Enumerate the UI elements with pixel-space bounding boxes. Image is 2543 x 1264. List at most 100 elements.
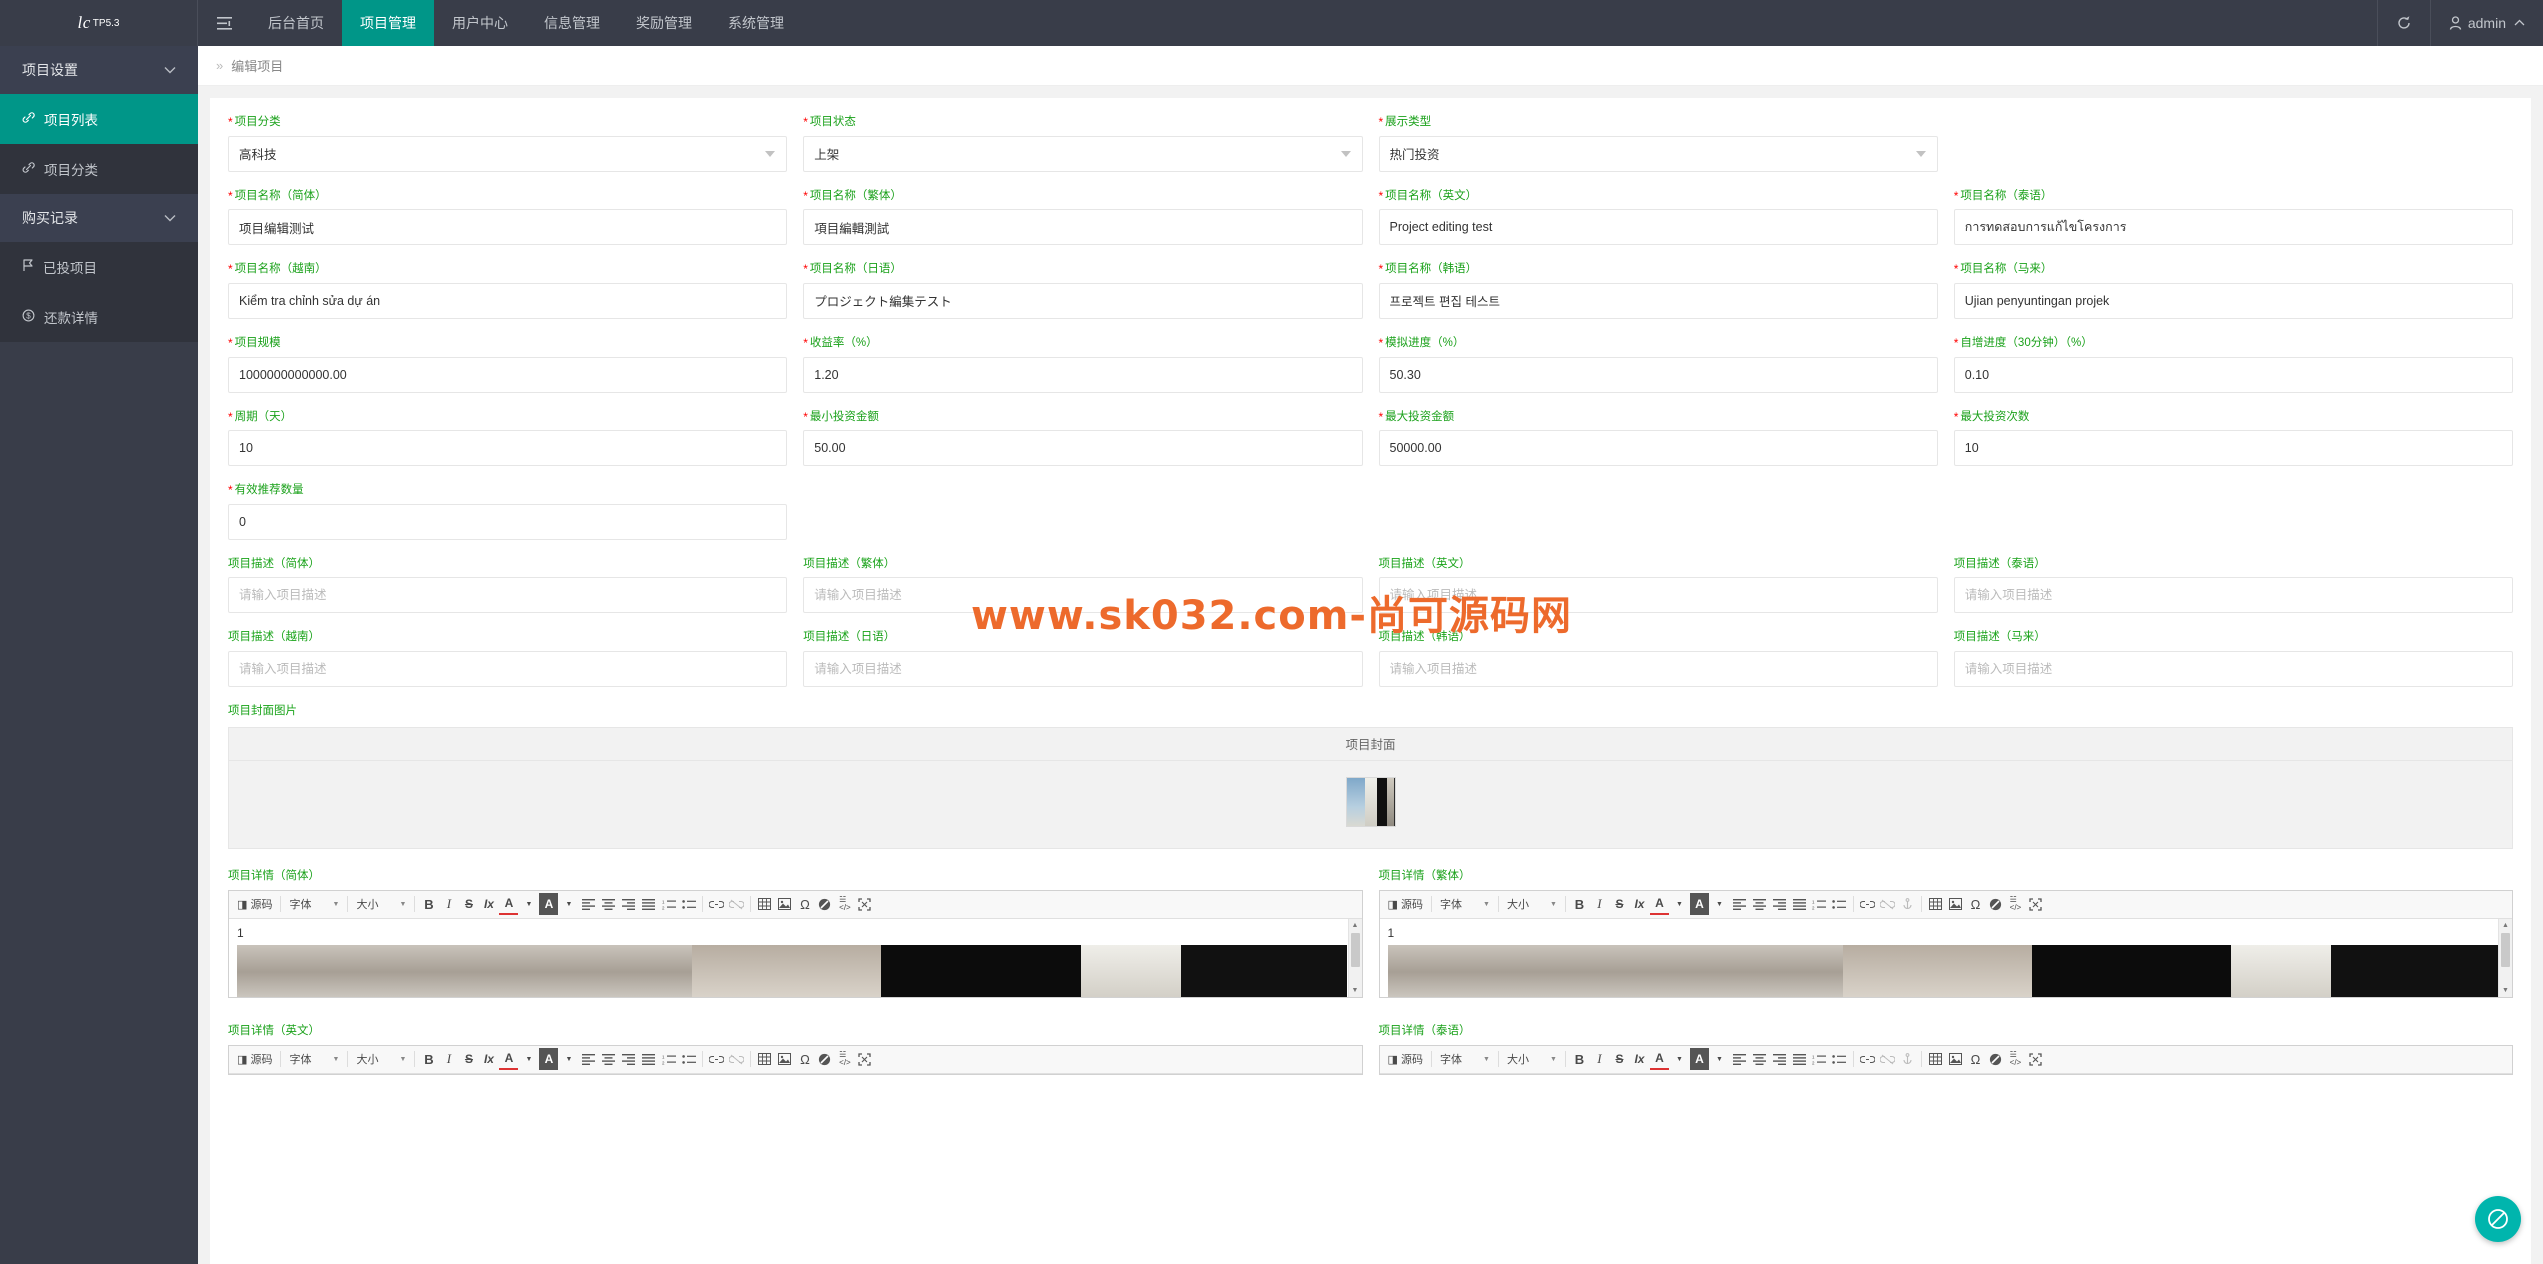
text-color-button[interactable]: A bbox=[499, 1048, 519, 1071]
align-right-button[interactable] bbox=[1770, 893, 1789, 915]
clear-format-icon[interactable] bbox=[1986, 1048, 2005, 1070]
ordered-list-button[interactable]: 12 bbox=[659, 893, 678, 915]
font-size-select[interactable]: 大小 ▼ bbox=[352, 1048, 410, 1070]
font-size-select[interactable]: 大小 ▼ bbox=[352, 893, 410, 915]
italic-button[interactable]: I bbox=[439, 1048, 458, 1070]
menu-icon[interactable] bbox=[198, 0, 250, 46]
special-char-icon[interactable]: Ω bbox=[1966, 893, 1985, 915]
ordered-list-button[interactable]: 12 bbox=[659, 1048, 678, 1070]
clear-format-icon[interactable] bbox=[1986, 893, 2005, 915]
justify-button[interactable] bbox=[1790, 1048, 1809, 1070]
remove-format-button[interactable]: Ix bbox=[1630, 1048, 1649, 1070]
rich-text-editor[interactable]: ◨ 源码 字体 ▼ 大小 ▼ B I S Ix A ▼ A ▼ 1 2 Ω ☱ … bbox=[1378, 889, 2513, 998]
desc-japanese-input[interactable] bbox=[803, 651, 1363, 688]
sidebar-item-repayment-details[interactable]: $ 还款详情 bbox=[0, 292, 198, 342]
name-english-input[interactable] bbox=[1378, 209, 1938, 246]
link-icon[interactable] bbox=[707, 893, 726, 915]
name-korean-input[interactable] bbox=[1378, 282, 1938, 319]
font-size-select[interactable]: 大小 ▼ bbox=[1503, 1048, 1561, 1070]
bg-color-button[interactable]: A bbox=[1689, 1048, 1709, 1071]
scrollbar-thumb[interactable] bbox=[2501, 932, 2510, 967]
align-right-button[interactable] bbox=[619, 893, 638, 915]
source-button[interactable]: ◨ 源码 bbox=[1384, 1048, 1427, 1070]
sidebar-item-invested-projects[interactable]: 已投项目 bbox=[0, 242, 198, 292]
bold-button[interactable]: B bbox=[419, 893, 438, 915]
bg-color-arrow[interactable]: ▼ bbox=[559, 893, 578, 915]
nav-item-system-management[interactable]: 系统管理 bbox=[710, 0, 802, 46]
editor-content[interactable]: 1 bbox=[1380, 919, 2499, 997]
justify-button[interactable] bbox=[639, 893, 658, 915]
table-icon[interactable] bbox=[755, 1048, 774, 1070]
remove-format-button[interactable]: Ix bbox=[479, 893, 498, 915]
text-color-arrow[interactable]: ▼ bbox=[519, 893, 538, 915]
select-wrapper[interactable] bbox=[228, 135, 788, 172]
yield-rate-input[interactable] bbox=[803, 356, 1363, 393]
clear-format-icon[interactable] bbox=[815, 1048, 834, 1070]
text-color-arrow[interactable]: ▼ bbox=[1670, 893, 1689, 915]
bg-color-button[interactable]: A bbox=[539, 1048, 559, 1071]
valid-referral-count-input[interactable] bbox=[228, 503, 788, 540]
select-wrapper[interactable] bbox=[803, 135, 1363, 172]
justify-button[interactable] bbox=[639, 1048, 658, 1070]
rich-text-editor[interactable]: ◨ 源码 字体 ▼ 大小 ▼ B I S Ix A ▼ A ▼ 1 2 Ω ☱ … bbox=[1378, 1044, 2513, 1075]
table-icon[interactable] bbox=[1926, 893, 1945, 915]
ordered-list-button[interactable]: 12 bbox=[1810, 1048, 1829, 1070]
text-color-button[interactable]: A bbox=[1649, 893, 1669, 916]
editor-scrollbar[interactable]: ▲ ▼ bbox=[2498, 918, 2512, 997]
unordered-list-button[interactable] bbox=[1830, 1048, 1849, 1070]
scrollbar-thumb[interactable] bbox=[1350, 932, 1360, 967]
maximize-icon[interactable] bbox=[2026, 893, 2045, 915]
text-color-arrow[interactable]: ▼ bbox=[1670, 1048, 1689, 1070]
scroll-down-arrow[interactable]: ▼ bbox=[2499, 984, 2512, 997]
cycle-days-input[interactable] bbox=[228, 430, 788, 467]
ordered-list-button[interactable]: 12 bbox=[1810, 893, 1829, 915]
cover-thumbnail[interactable] bbox=[1345, 776, 1396, 827]
select-wrapper[interactable] bbox=[1378, 135, 1938, 172]
align-right-button[interactable] bbox=[1770, 1048, 1789, 1070]
scroll-up-arrow[interactable]: ▲ bbox=[1349, 919, 1362, 932]
editor-scrollbar[interactable]: ▲ ▼ bbox=[1347, 918, 1362, 997]
div-container-icon[interactable]: ☱ </> bbox=[835, 893, 854, 915]
name-vietnamese-input[interactable] bbox=[228, 282, 788, 319]
bold-button[interactable]: B bbox=[419, 1048, 438, 1070]
floating-action-button[interactable] bbox=[2475, 1196, 2521, 1242]
image-icon[interactable] bbox=[1946, 1048, 1965, 1070]
strikethrough-button[interactable]: S bbox=[1610, 1048, 1629, 1070]
sidebar-item-project-list[interactable]: 项目列表 bbox=[0, 94, 198, 144]
bold-button[interactable]: B bbox=[1570, 893, 1589, 915]
simulated-progress-input[interactable] bbox=[1378, 356, 1938, 393]
nav-item-info-management[interactable]: 信息管理 bbox=[526, 0, 618, 46]
desc-simplified-input[interactable] bbox=[228, 577, 788, 614]
italic-button[interactable]: I bbox=[439, 893, 458, 915]
project-scale-input[interactable] bbox=[228, 356, 788, 393]
project-category-select[interactable] bbox=[228, 135, 788, 172]
bg-color-arrow[interactable]: ▼ bbox=[1710, 1048, 1729, 1070]
min-investment-input[interactable] bbox=[803, 430, 1363, 467]
nav-item-project-management[interactable]: 项目管理 bbox=[342, 0, 434, 46]
refresh-button[interactable] bbox=[2376, 0, 2430, 46]
strikethrough-button[interactable]: S bbox=[1610, 893, 1629, 915]
align-left-button[interactable] bbox=[1730, 1048, 1749, 1070]
max-investment-count-input[interactable] bbox=[1953, 430, 2513, 467]
bg-color-button[interactable]: A bbox=[539, 893, 559, 916]
align-center-button[interactable] bbox=[1750, 893, 1769, 915]
nav-item-reward-management[interactable]: 奖励管理 bbox=[618, 0, 710, 46]
table-icon[interactable] bbox=[755, 893, 774, 915]
source-button[interactable]: ◨ 源码 bbox=[1384, 893, 1427, 915]
image-icon[interactable] bbox=[775, 1048, 794, 1070]
desc-malay-input[interactable] bbox=[1953, 651, 2513, 688]
name-thai-input[interactable] bbox=[1953, 209, 2513, 246]
clear-format-icon[interactable] bbox=[815, 893, 834, 915]
italic-button[interactable]: I bbox=[1590, 893, 1609, 915]
unordered-list-button[interactable] bbox=[679, 1048, 698, 1070]
desc-traditional-input[interactable] bbox=[803, 577, 1363, 614]
div-container-icon[interactable]: ☱ </> bbox=[2006, 1048, 2025, 1070]
div-container-icon[interactable]: ☱ </> bbox=[2006, 893, 2025, 915]
name-traditional-input[interactable] bbox=[803, 209, 1363, 246]
font-family-select[interactable]: 字体 ▼ bbox=[1436, 1048, 1494, 1070]
name-japanese-input[interactable] bbox=[803, 282, 1363, 319]
special-char-icon[interactable]: Ω bbox=[795, 1048, 814, 1070]
remove-format-button[interactable]: Ix bbox=[479, 1048, 498, 1070]
bg-color-arrow[interactable]: ▼ bbox=[559, 1048, 578, 1070]
italic-button[interactable]: I bbox=[1590, 1048, 1609, 1070]
